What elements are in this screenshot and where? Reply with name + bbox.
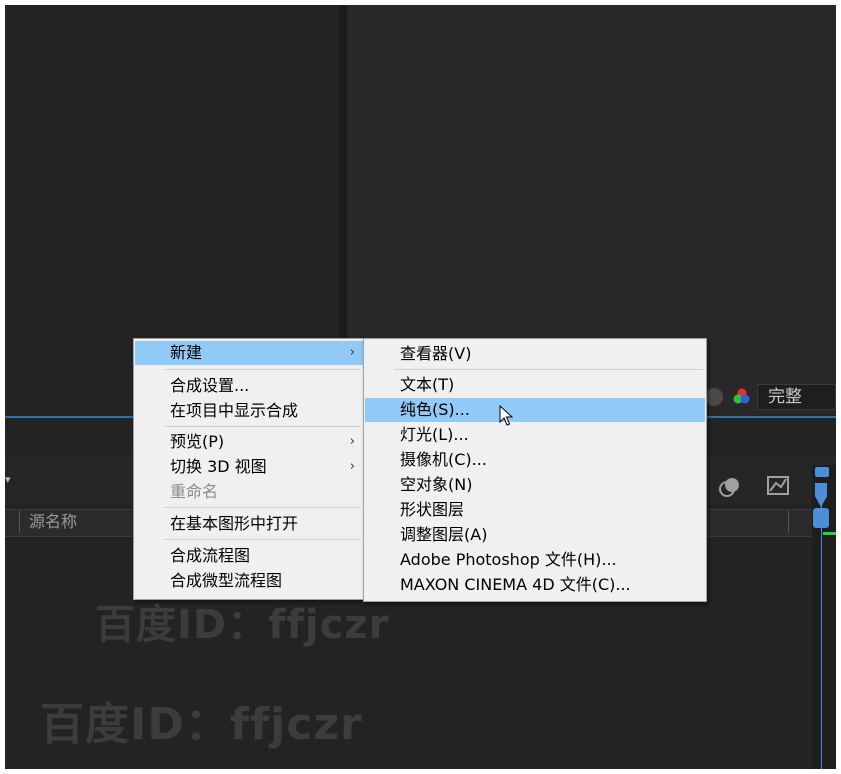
menu-item-label: 预览(P) xyxy=(170,432,225,451)
channel-rgb-icon[interactable] xyxy=(732,387,752,407)
context-menu: 新建 › 合成设置... 在项目中显示合成 预览(P) › 切换 3D 视图 ›… xyxy=(133,338,365,600)
menu-separator xyxy=(164,369,361,370)
menu-separator xyxy=(394,369,703,370)
submenu-item-solid[interactable]: 纯色(S)... xyxy=(365,398,705,422)
submenu-item-null-object[interactable]: 空对象(N) xyxy=(365,473,705,497)
menu-item-composition-mini-flowchart[interactable]: 合成微型流程图 xyxy=(135,569,363,593)
menu-item-label: 合成流程图 xyxy=(170,546,251,565)
submenu-item-photoshop-file[interactable]: Adobe Photoshop 文件(H)... xyxy=(365,548,705,572)
submenu-item-text[interactable]: 文本(T) xyxy=(365,373,705,397)
menu-item-label: 纯色(S)... xyxy=(400,400,470,419)
menu-separator xyxy=(164,507,361,508)
menu-item-reveal-in-project[interactable]: 在项目中显示合成 xyxy=(135,399,363,423)
menu-item-label: 新建 xyxy=(170,343,203,362)
resolution-dropdown[interactable]: 完整 xyxy=(757,384,836,410)
column-separator[interactable] xyxy=(19,511,20,533)
menu-separator xyxy=(164,426,361,427)
menu-item-label: MAXON CINEMA 4D 文件(C)... xyxy=(400,575,631,594)
playhead-line xyxy=(821,505,822,769)
toggle-icon[interactable] xyxy=(705,388,723,406)
menu-item-label: Adobe Photoshop 文件(H)... xyxy=(400,550,617,569)
layer-bar-marker xyxy=(823,532,836,535)
menu-item-label: 调整图层(A) xyxy=(400,525,488,544)
submenu-item-camera[interactable]: 摄像机(C)... xyxy=(365,448,705,472)
source-name-header[interactable]: 源名称 xyxy=(29,511,77,533)
submenu-item-shape-layer[interactable]: 形状图层 xyxy=(365,498,705,522)
graph-editor-icon[interactable] xyxy=(765,472,791,498)
menu-separator xyxy=(164,539,361,540)
menu-item-switch-3d-view[interactable]: 切换 3D 视图 › xyxy=(135,455,363,479)
menu-item-new[interactable]: 新建 › xyxy=(135,341,363,365)
menu-item-label: 合成微型流程图 xyxy=(170,571,283,590)
mouse-cursor-icon xyxy=(499,405,513,426)
menu-item-label: 在项目中显示合成 xyxy=(170,401,299,420)
submenu-item-viewer[interactable]: 查看器(V) xyxy=(365,342,705,366)
menu-item-label: 摄像机(C)... xyxy=(400,450,487,469)
new-submenu: 查看器(V) 文本(T) 纯色(S)... 灯光(L)... 摄像机(C)...… xyxy=(363,338,707,602)
menu-item-label: 重命名 xyxy=(170,482,219,501)
menu-item-label: 形状图层 xyxy=(400,500,465,519)
menu-item-label: 查看器(V) xyxy=(400,344,472,363)
chevron-down-icon[interactable]: ▾ xyxy=(5,473,11,486)
menu-item-composition-settings[interactable]: 合成设置... xyxy=(135,374,363,398)
menu-item-label: 灯光(L)... xyxy=(400,425,469,444)
menu-item-rename: 重命名 xyxy=(135,480,363,504)
menu-item-label: 合成设置... xyxy=(170,376,250,395)
menu-item-label: 空对象(N) xyxy=(400,475,473,494)
column-separator[interactable] xyxy=(788,511,789,533)
submenu-item-light[interactable]: 灯光(L)... xyxy=(365,423,705,447)
menu-item-label: 文本(T) xyxy=(400,375,455,394)
menu-item-open-in-essential-graphics[interactable]: 在基本图形中打开 xyxy=(135,512,363,536)
menu-item-label: 切换 3D 视图 xyxy=(170,457,267,476)
menu-item-label: 在基本图形中打开 xyxy=(170,514,299,533)
chevron-right-icon: › xyxy=(349,345,355,360)
chevron-right-icon: › xyxy=(349,434,355,449)
chevron-right-icon: › xyxy=(349,459,355,474)
motion-blur-icon[interactable] xyxy=(718,475,742,499)
menu-item-composition-flowchart[interactable]: 合成流程图 xyxy=(135,544,363,568)
work-area-start-handle[interactable] xyxy=(815,467,829,477)
submenu-item-adjustment-layer[interactable]: 调整图层(A) xyxy=(365,523,705,547)
menu-item-preview[interactable]: 预览(P) › xyxy=(135,430,363,454)
submenu-item-cinema4d-file[interactable]: MAXON CINEMA 4D 文件(C)... xyxy=(365,573,705,597)
